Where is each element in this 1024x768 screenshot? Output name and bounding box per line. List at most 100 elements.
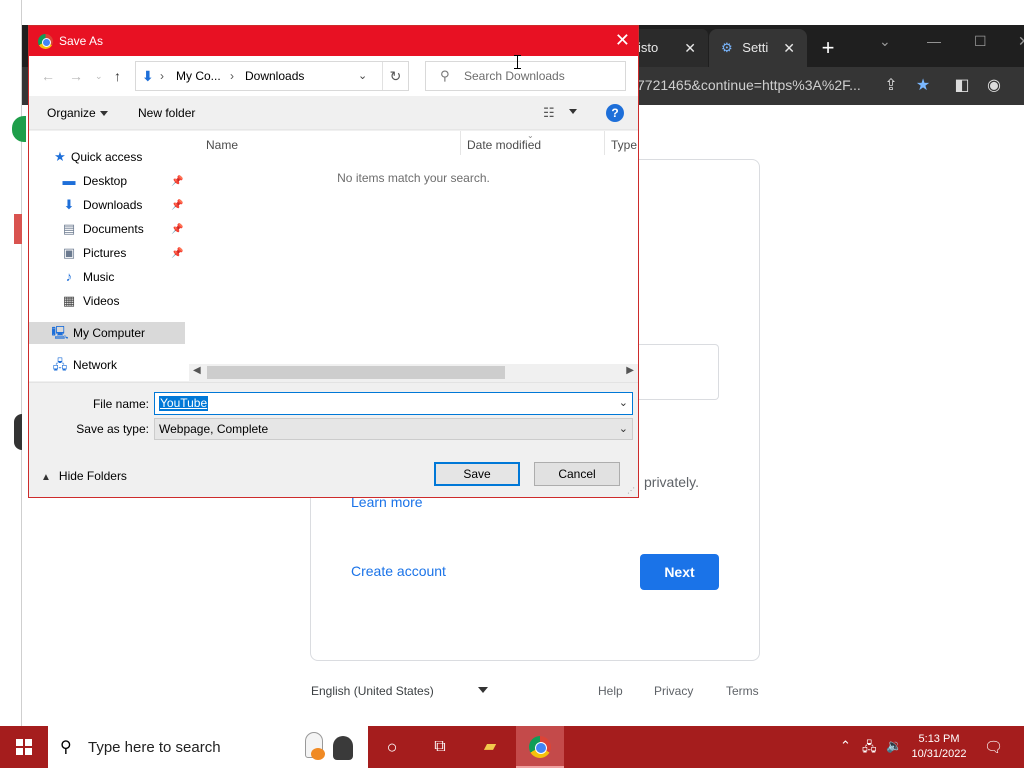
computer-icon: 🖳 — [51, 325, 69, 340]
nav-my-computer[interactable]: 🖳 My Computer — [29, 322, 185, 344]
clock-time: 5:13 PM — [918, 733, 960, 745]
dialog-title-bar[interactable]: Save As ✕ — [29, 26, 638, 56]
organize-button[interactable]: Organize — [47, 106, 108, 120]
volume-icon[interactable]: 🔉 — [886, 738, 902, 754]
column-divider[interactable] — [604, 131, 605, 155]
documents-icon: ▤ — [62, 221, 76, 236]
music-icon: ♪ — [65, 269, 73, 284]
maximize-icon[interactable]: ☐ — [974, 33, 987, 50]
file-name-input[interactable]: YouTube ⌄ — [154, 392, 633, 415]
browser-tab-settings[interactable]: ⚙ Setti ✕ — [709, 29, 807, 67]
column-header-date-modified[interactable]: Date modified — [467, 136, 541, 154]
pictures-icon: ▣ — [62, 245, 76, 260]
refresh-icon[interactable]: ↻ — [382, 62, 408, 90]
taskbar-search-box[interactable]: ⚲ Type here to search — [48, 726, 368, 768]
network-tray-icon[interactable]: 🖧 — [862, 738, 877, 760]
dialog-title: Save As — [59, 34, 104, 48]
language-select[interactable]: English (United States) — [311, 684, 434, 698]
column-header-name[interactable]: Name — [206, 136, 238, 154]
chevron-down-icon[interactable]: ⌄ — [619, 422, 628, 435]
search-highlight-illustration-icon[interactable] — [293, 732, 363, 762]
scroll-left-icon[interactable]: ◀ — [193, 365, 201, 376]
nav-network[interactable]: 🖧 Network — [51, 354, 117, 376]
breadcrumb-my-computer[interactable]: My Co... — [176, 69, 221, 83]
signin-input-field[interactable] — [639, 344, 719, 400]
nav-item-pictures[interactable]: ▣ Pictures — [61, 242, 127, 264]
minimize-icon[interactable]: — — [927, 33, 941, 49]
pumpkin-icon — [311, 748, 325, 760]
browser-tab-settings-label: Setti — [742, 40, 769, 55]
desktop-icon-green[interactable] — [12, 116, 26, 142]
chevron-down-icon[interactable] — [569, 109, 577, 114]
address-url[interactable]: 7721465&continue=https%3A%2F... — [637, 77, 861, 93]
privacy-link[interactable]: Privacy — [654, 684, 693, 698]
pin-icon[interactable]: 📌 — [171, 248, 183, 259]
close-icon[interactable]: ✕ — [684, 29, 696, 67]
back-arrow-icon[interactable]: ← — [41, 66, 55, 86]
next-button[interactable]: Next — [640, 554, 719, 590]
nav-quick-access[interactable]: ★ Quick access — [53, 146, 142, 168]
breadcrumb-downloads[interactable]: Downloads — [245, 69, 304, 83]
up-arrow-icon[interactable]: ↑ — [114, 66, 121, 86]
new-folder-button[interactable]: New folder — [138, 106, 195, 120]
show-hidden-icons-icon[interactable]: ⌃ — [840, 738, 851, 754]
dialog-close-button[interactable]: ✕ — [615, 30, 630, 50]
profile-avatar-icon[interactable]: ◉ — [983, 75, 1005, 97]
chevron-down-icon[interactable]: ⌄ — [619, 396, 628, 409]
create-account-link[interactable]: Create account — [351, 563, 446, 579]
nav-item-desktop[interactable]: ▬ Desktop — [61, 170, 128, 192]
browser-tab-previous[interactable]: isto ✕ — [632, 29, 708, 67]
close-icon[interactable]: ✕ — [783, 29, 795, 67]
pin-icon[interactable]: 📌 — [171, 200, 183, 211]
save-button[interactable]: Save — [434, 462, 520, 486]
file-explorer-icon[interactable]: ▰ — [477, 734, 503, 760]
column-header-type[interactable]: Type — [611, 136, 637, 154]
breadcrumb-separator-icon[interactable]: › — [230, 69, 234, 83]
resize-grip-icon[interactable]: ⋰ — [627, 486, 635, 495]
pin-icon[interactable]: 📌 — [171, 224, 183, 235]
close-icon[interactable]: ✕ — [1018, 33, 1024, 50]
help-icon[interactable]: ? — [606, 104, 624, 122]
taskbar-clock[interactable]: 5:13 PM 10/31/2022 — [906, 732, 972, 762]
horizontal-scrollbar[interactable]: ◀ ▶ — [189, 364, 638, 381]
view-options-icon[interactable]: ☷ — [543, 105, 555, 121]
nav-item-label: Downloads — [83, 198, 143, 212]
nav-item-downloads[interactable]: ⬇ Downloads — [61, 194, 143, 216]
desktop-icon-red[interactable] — [14, 214, 22, 244]
bookmark-star-icon[interactable]: ★ — [912, 75, 934, 97]
search-box[interactable]: ⚲ — [425, 61, 626, 91]
save-as-type-select[interactable]: Webpage, Complete ⌄ — [154, 418, 633, 440]
forward-arrow-icon[interactable]: → — [69, 66, 83, 86]
breadcrumb-separator-icon[interactable]: › — [160, 69, 164, 83]
task-view-icon[interactable]: ⧉ — [427, 734, 453, 760]
new-tab-button[interactable]: + — [815, 33, 841, 63]
folder-address-box[interactable]: ⬇ › My Co... › Downloads ⌄ ↻ — [135, 61, 409, 91]
windows-logo-icon — [25, 748, 32, 755]
share-icon[interactable]: ⇪ — [880, 75, 902, 97]
scrollbar-thumb[interactable] — [207, 366, 505, 379]
tab-search-icon[interactable]: ⌄ — [879, 33, 891, 50]
hide-folders-button[interactable]: ▲ Hide Folders — [41, 469, 127, 483]
chevron-down-icon[interactable]: ⌄ — [358, 69, 367, 82]
nav-quick-access-label: Quick access — [71, 150, 143, 164]
cortana-icon[interactable]: ○ — [379, 734, 405, 760]
nav-item-documents[interactable]: ▤ Documents — [61, 218, 144, 240]
column-divider[interactable] — [460, 131, 461, 155]
notifications-icon[interactable]: 🗨 — [984, 738, 1003, 756]
desktop-icon-dark[interactable] — [14, 414, 22, 450]
nav-item-videos[interactable]: ▦ Videos — [61, 290, 120, 312]
cancel-button[interactable]: Cancel — [534, 462, 620, 486]
taskbar-search-placeholder[interactable]: Type here to search — [88, 739, 221, 756]
nav-item-music[interactable]: ♪ Music — [61, 266, 115, 288]
pin-icon[interactable]: 📌 — [171, 176, 183, 187]
side-panel-icon[interactable]: ◧ — [951, 75, 973, 97]
file-name-value[interactable]: YouTube — [159, 396, 209, 411]
scroll-right-icon[interactable]: ▶ — [626, 365, 634, 376]
start-button[interactable] — [0, 726, 48, 768]
terms-link[interactable]: Terms — [726, 684, 759, 698]
recent-locations-icon[interactable]: ⌄ — [95, 66, 103, 86]
taskbar-chrome-button[interactable] — [516, 726, 564, 768]
search-input[interactable] — [464, 68, 622, 84]
chevron-down-icon[interactable] — [478, 687, 488, 693]
help-link[interactable]: Help — [598, 684, 623, 698]
